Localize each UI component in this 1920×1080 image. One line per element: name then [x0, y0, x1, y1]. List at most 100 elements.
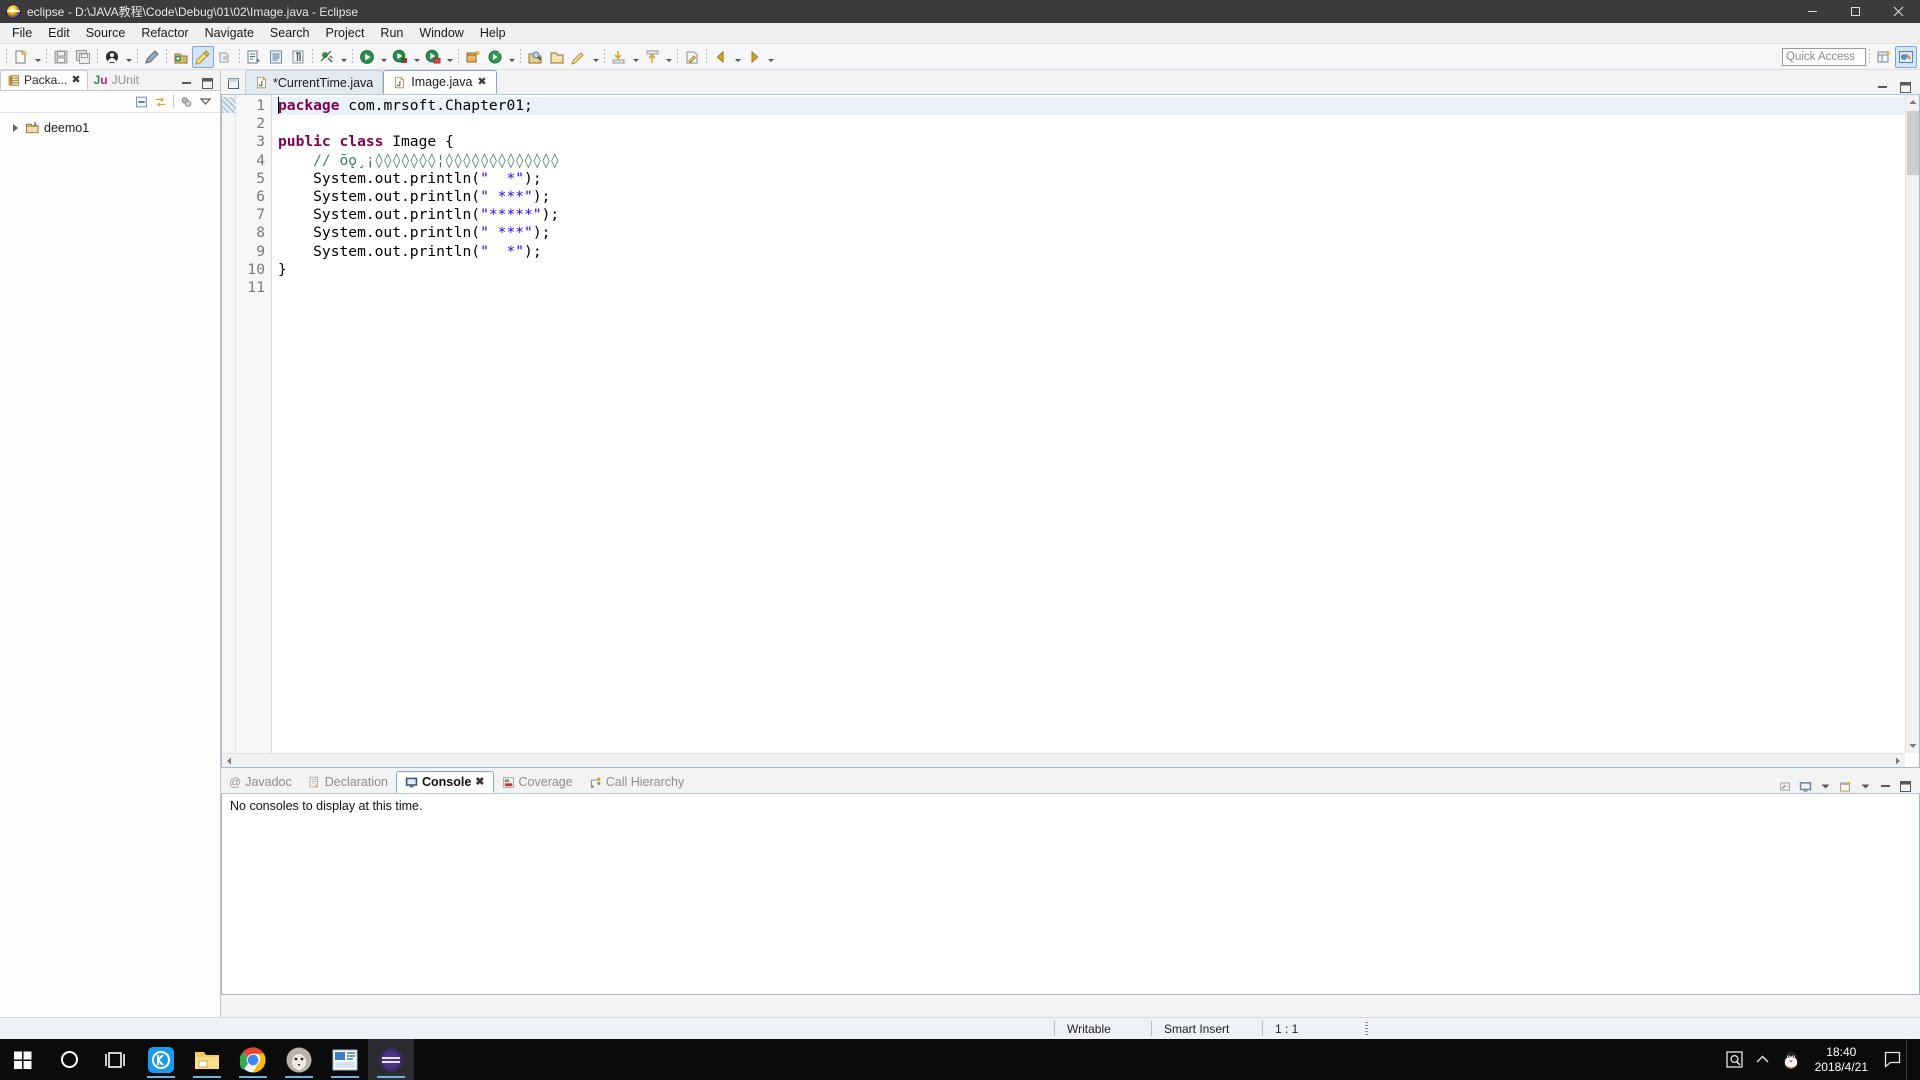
annotate-icon[interactable]: [568, 46, 590, 68]
scroll-right-arrow-icon[interactable]: [1891, 754, 1905, 767]
taskbar-app-eclipse[interactable]: [368, 1039, 414, 1080]
paragraph-marks-icon[interactable]: [287, 46, 309, 68]
editor-vertical-scrollbar[interactable]: [1905, 95, 1919, 753]
new-wizard-icon[interactable]: [10, 46, 32, 68]
tab-javadoc[interactable]: @ Javadoc: [221, 771, 300, 793]
print-icon[interactable]: [101, 46, 123, 68]
maximize-view-button[interactable]: [201, 77, 214, 90]
view-menu-presentation-icon[interactable]: [180, 95, 193, 108]
taskbar-app-file-explorer[interactable]: [184, 1039, 230, 1080]
close-icon[interactable]: ✖: [71, 74, 80, 86]
tray-show-hidden-icon[interactable]: [1749, 1039, 1777, 1080]
previous-annotation-dropdown-icon[interactable]: [663, 46, 674, 68]
tray-qq-icon[interactable]: [1777, 1039, 1805, 1080]
minimize-button[interactable]: [1791, 0, 1834, 23]
tab-junit[interactable]: Ju JUnit: [88, 70, 145, 90]
open-type-icon[interactable]: [243, 46, 265, 68]
taskbar-app-powerpoint[interactable]: [322, 1039, 368, 1080]
code-line[interactable]: }: [272, 261, 1919, 279]
show-desktop-button[interactable]: [1906, 1039, 1916, 1080]
new-java-class-icon[interactable]: [192, 45, 214, 68]
code-line[interactable]: package com.mrsoft.Chapter01;: [272, 97, 1919, 116]
external-tools-icon[interactable]: [484, 46, 506, 68]
code-line[interactable]: [272, 115, 1919, 133]
editor-horizontal-scrollbar[interactable]: [222, 753, 1905, 767]
open-task-icon[interactable]: [265, 46, 287, 68]
task-view-button[interactable]: [92, 1039, 138, 1080]
minimize-console-button[interactable]: [1879, 780, 1892, 793]
open-perspective-icon[interactable]: [1873, 46, 1895, 68]
menu-help[interactable]: Help: [472, 24, 514, 42]
new-wizard-dropdown-icon[interactable]: [32, 46, 43, 68]
menu-window[interactable]: Window: [411, 24, 471, 42]
new-java-project-icon[interactable]: [462, 46, 484, 68]
clear-console-icon[interactable]: [1779, 780, 1792, 793]
tree-item-deemo1[interactable]: deemo1: [6, 118, 220, 137]
tab-coverage[interactable]: Coverage: [494, 771, 581, 793]
editor-body[interactable]: 1 2 3 4 5 6 7 8 9 10 11 package com.mrsoft.Chapter…: [221, 95, 1920, 768]
open-console-icon[interactable]: [1839, 780, 1852, 793]
menu-search[interactable]: Search: [262, 24, 318, 42]
skip-breakpoints-icon[interactable]: [316, 46, 338, 68]
debug-icon[interactable]: [356, 46, 378, 68]
editor-marker-bar[interactable]: [222, 95, 236, 767]
code-line[interactable]: System.out.println("*****");: [272, 206, 1919, 224]
code-line[interactable]: public class Image {: [272, 133, 1919, 151]
menu-run[interactable]: Run: [372, 24, 411, 42]
code-text-area[interactable]: package com.mrsoft.Chapter01; public cla…: [272, 95, 1919, 767]
scroll-down-arrow-icon[interactable]: [1906, 739, 1919, 753]
close-icon[interactable]: ✖: [475, 776, 484, 788]
collapse-all-icon[interactable]: [135, 95, 148, 108]
menu-source[interactable]: Source: [78, 24, 134, 42]
tab-declaration[interactable]: Declaration: [300, 771, 396, 793]
maximize-console-button[interactable]: [1899, 780, 1912, 793]
coverage-dropdown-icon[interactable]: [444, 46, 455, 68]
editor-tab-currenttime[interactable]: *CurrentTime.java: [245, 70, 384, 94]
maximize-button[interactable]: [1834, 0, 1877, 23]
view-menu-icon[interactable]: [199, 95, 212, 108]
tab-call-hierarchy[interactable]: Call Hierarchy: [581, 771, 693, 793]
forward-dropdown-icon[interactable]: [765, 46, 776, 68]
tab-package-explorer[interactable]: Packa... ✖: [0, 70, 88, 90]
editor-vertical-scroll-thumb[interactable]: [1907, 111, 1919, 175]
open-folder-icon[interactable]: [546, 46, 568, 68]
run-icon[interactable]: [389, 46, 411, 68]
scroll-left-arrow-icon[interactable]: [222, 754, 236, 767]
run-coverage-icon[interactable]: [422, 46, 444, 68]
console-output[interactable]: No consoles to display at this time.: [221, 794, 1920, 995]
editor-tab-image[interactable]: Image.java ✖: [383, 70, 497, 94]
code-line[interactable]: System.out.println(" ***");: [272, 224, 1919, 242]
maximize-editor-button[interactable]: [1899, 81, 1912, 94]
new-annotation-icon[interactable]: [214, 46, 236, 68]
taskbar-clock[interactable]: 18:40 2018/4/21: [1805, 1039, 1878, 1080]
new-java-package-icon[interactable]: [170, 46, 192, 68]
code-line[interactable]: [272, 279, 1919, 297]
taskbar-app-kugou[interactable]: [138, 1039, 184, 1080]
forward-icon[interactable]: [743, 46, 765, 68]
previous-annotation-icon[interactable]: [641, 46, 663, 68]
print-dropdown-icon[interactable]: [123, 46, 134, 68]
back-dropdown-icon[interactable]: [732, 46, 743, 68]
save-all-icon[interactable]: [72, 46, 94, 68]
console-dropdown-icon[interactable]: [1819, 780, 1832, 793]
minimize-view-button[interactable]: [180, 77, 193, 90]
close-button[interactable]: [1877, 0, 1920, 23]
next-annotation-dropdown-icon[interactable]: [630, 46, 641, 68]
link-with-editor-icon[interactable]: [154, 95, 167, 108]
code-line[interactable]: System.out.println(" *");: [272, 170, 1919, 188]
run-dropdown-icon[interactable]: [411, 46, 422, 68]
menu-navigate[interactable]: Navigate: [197, 24, 262, 42]
code-line[interactable]: System.out.println(" ***");: [272, 188, 1919, 206]
save-icon[interactable]: [50, 46, 72, 68]
last-edit-location-icon[interactable]: [681, 46, 703, 68]
scroll-up-arrow-icon[interactable]: [1906, 95, 1919, 109]
back-icon[interactable]: [710, 46, 732, 68]
java-perspective-icon[interactable]: [1895, 45, 1917, 68]
breakpoints-dropdown-icon[interactable]: [338, 46, 349, 68]
taskbar-app-photos[interactable]: [276, 1039, 322, 1080]
close-icon[interactable]: ✖: [477, 76, 486, 88]
open-console-dropdown-icon[interactable]: [1859, 780, 1872, 793]
external-tools-dropdown-icon[interactable]: [506, 46, 517, 68]
code-line[interactable]: // ōǫ¸¡◊◊◊◊◊◊◊¦◊◊◊◊◊◊◊◊◊◊◊◊◊: [272, 152, 1919, 170]
status-resize-grip[interactable]: [1353, 1018, 1380, 1040]
